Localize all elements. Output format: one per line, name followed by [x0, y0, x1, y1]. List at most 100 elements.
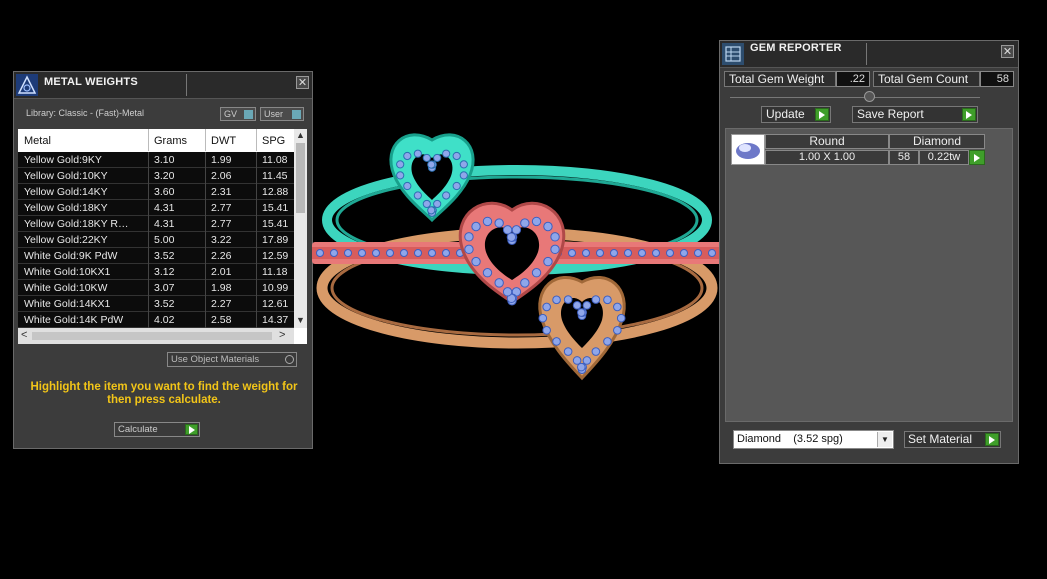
table-row[interactable]: Yellow Gold:10KY 3.20 2.06 11.45 — [18, 168, 294, 184]
scroll-up-icon[interactable]: ▲ — [296, 130, 305, 140]
round-diamond-icon[interactable] — [731, 134, 765, 165]
chevron-down-icon: ▼ — [877, 432, 892, 447]
spg-cell: 15.41 — [262, 202, 289, 214]
gem-stone — [459, 160, 468, 169]
gem-stone — [613, 326, 622, 335]
table-row[interactable]: White Gold:14KX1 3.52 2.27 12.61 — [18, 296, 294, 312]
use-object-materials-checkbox[interactable]: Use Object Materials — [167, 352, 297, 367]
vertical-scrollbar[interactable]: ▲ ▼ — [294, 129, 307, 328]
gv-label: GV — [224, 109, 238, 119]
gem-stone — [422, 153, 431, 163]
metal-name-cell: Yellow Gold:18KY — [24, 202, 108, 214]
gem-stone — [531, 216, 542, 227]
col-metal[interactable]: Metal — [24, 135, 51, 147]
gem-stone — [543, 256, 553, 267]
gem-reporter-title: GEM REPORTER — [750, 42, 842, 54]
save-report-button[interactable]: Save Report — [852, 106, 978, 123]
instruction-text: Highlight the item you want to find the … — [30, 381, 298, 406]
grams-cell: 4.31 — [154, 218, 175, 230]
radio-icon — [285, 355, 294, 364]
gem-reporter-titlebar[interactable]: GEM REPORTER ✕ — [720, 41, 1018, 68]
table-row[interactable]: Yellow Gold:18KY 4.31 2.77 15.41 — [18, 200, 294, 216]
metal-name-cell: White Gold:10KX1 — [24, 266, 111, 278]
grams-cell: 4.31 — [154, 202, 175, 214]
user-toggle[interactable]: User — [260, 107, 304, 121]
dwt-cell: 2.06 — [211, 170, 232, 182]
scroll-down-icon[interactable]: ▼ — [296, 315, 305, 325]
slider-knob[interactable] — [864, 91, 875, 102]
play-icon — [985, 433, 999, 446]
total-gem-count-label: Total Gem Count — [873, 71, 980, 87]
gem-stone — [596, 249, 604, 257]
gem-stone — [591, 347, 601, 356]
toggle-indicator-icon — [244, 110, 253, 119]
update-button[interactable]: Update — [761, 106, 831, 123]
titlebar-divider — [866, 43, 867, 65]
spg-cell: 12.61 — [262, 298, 289, 310]
gem-stone — [680, 249, 688, 257]
col-spg[interactable]: SPG — [262, 135, 285, 147]
gem-stone — [708, 249, 716, 257]
gem-reporter-app-icon — [722, 43, 744, 65]
metal-weights-title: METAL WEIGHTS — [44, 76, 138, 88]
material-select[interactable]: Diamond (3.52 spg) ▼ — [733, 430, 894, 449]
scroll-thumb[interactable] — [32, 332, 272, 340]
dwt-cell: 2.77 — [211, 202, 232, 214]
gem-stone — [414, 249, 422, 257]
gem-stone — [563, 347, 573, 356]
gem-stone — [344, 249, 352, 257]
dwt-cell: 2.58 — [211, 314, 232, 326]
scroll-right-icon[interactable]: > — [279, 329, 285, 341]
cyan-heart-pendant[interactable] — [389, 133, 475, 223]
set-material-button[interactable]: Set Material — [904, 431, 1001, 448]
scroll-left-icon[interactable]: < — [21, 329, 27, 341]
gem-list: Round Diamond 1.00 X 1.00 58 0.22tw — [725, 128, 1013, 422]
gem-stone — [464, 244, 474, 255]
gem-stone — [520, 278, 530, 288]
gem-stone — [591, 295, 601, 304]
copper-heart-pendant[interactable] — [538, 276, 626, 381]
table-row[interactable]: Yellow Gold:18KY R… 4.31 2.77 15.41 — [18, 216, 294, 232]
calculate-button[interactable]: Calculate — [114, 422, 200, 437]
metal-weights-titlebar[interactable]: METAL WEIGHTS ✕ — [14, 72, 312, 99]
grams-cell: 3.60 — [154, 186, 175, 198]
gem-stone — [694, 249, 702, 257]
titlebar-divider — [186, 74, 187, 96]
metal-weights-app-icon — [16, 74, 38, 96]
table-row[interactable]: Yellow Gold:9KY 3.10 1.99 11.08 — [18, 152, 294, 168]
gem-stone — [542, 326, 551, 335]
col-grams[interactable]: Grams — [154, 135, 187, 147]
table-row[interactable]: White Gold:14K PdW 4.02 2.58 14.37 — [18, 312, 294, 328]
table-row[interactable]: White Gold:10KX1 3.12 2.01 11.18 — [18, 264, 294, 280]
grams-cell: 3.52 — [154, 250, 175, 262]
gem-stone — [552, 295, 561, 305]
gem-stone — [482, 268, 493, 278]
gem-stone — [582, 301, 592, 310]
spg-cell: 10.99 — [262, 282, 289, 294]
gem-row-play-button[interactable] — [969, 150, 985, 165]
scroll-thumb[interactable] — [296, 143, 305, 213]
play-icon — [815, 108, 829, 121]
col-dwt[interactable]: DWT — [211, 135, 236, 147]
spg-cell: 15.41 — [262, 218, 289, 230]
save-report-label: Save Report — [857, 107, 924, 121]
table-row[interactable]: Yellow Gold:22KY 5.00 3.22 17.89 — [18, 232, 294, 248]
grams-cell: 4.02 — [154, 314, 175, 326]
dwt-cell: 1.99 — [211, 154, 232, 166]
horizontal-scrollbar[interactable]: < > — [18, 328, 294, 344]
3d-viewport[interactable] — [312, 120, 722, 390]
material-select-value: Diamond (3.52 spg) — [737, 433, 843, 445]
gv-toggle[interactable]: GV — [220, 107, 256, 121]
gem-stone — [610, 249, 618, 257]
metal-name-cell: Yellow Gold:14KY — [24, 186, 108, 198]
close-icon[interactable]: ✕ — [296, 76, 309, 89]
gem-weight: 0.22tw — [919, 150, 969, 165]
gem-stone — [531, 268, 542, 278]
gem-stone — [433, 199, 442, 209]
gem-stone — [358, 249, 366, 257]
table-row[interactable]: White Gold:10KW 3.07 1.98 10.99 — [18, 280, 294, 296]
gem-stone — [442, 249, 450, 257]
table-row[interactable]: White Gold:9K PdW 3.52 2.26 12.59 — [18, 248, 294, 264]
table-row[interactable]: Yellow Gold:14KY 3.60 2.31 12.88 — [18, 184, 294, 200]
close-icon[interactable]: ✕ — [1001, 45, 1014, 58]
